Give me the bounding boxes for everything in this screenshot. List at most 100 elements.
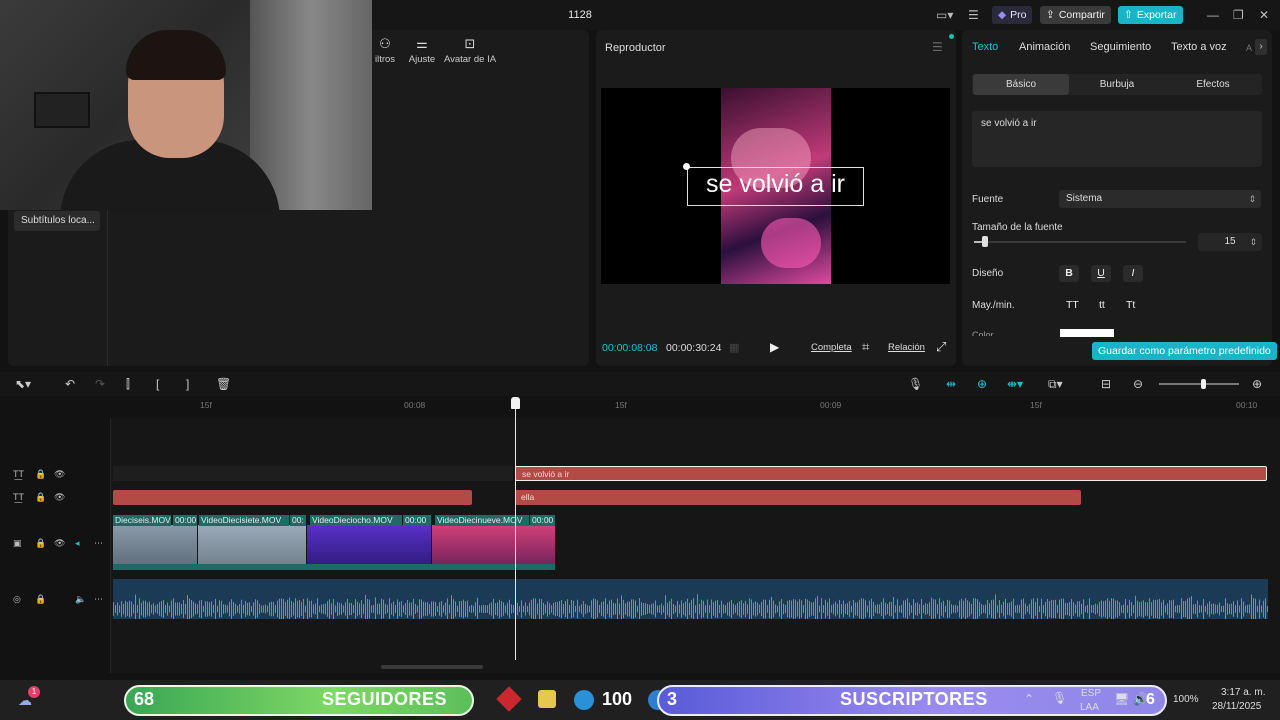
fullscreen-icon[interactable]: ⤢: [936, 339, 946, 355]
menu-icon[interactable]: ☰: [968, 8, 979, 22]
waveform-bar: [217, 605, 218, 613]
microphone-icon[interactable]: 🎙: [1052, 691, 1067, 705]
delete-icon[interactable]: 🗑: [216, 377, 231, 391]
waveform-bar: [563, 604, 564, 614]
eye-icon[interactable]: 👁: [54, 538, 65, 549]
text-content-field[interactable]: se volvió a ir: [972, 111, 1262, 167]
text-clip[interactable]: [113, 490, 472, 505]
select-cursor-icon[interactable]: ⬉▾: [15, 377, 31, 391]
close-icon[interactable]: ✕: [1259, 8, 1269, 22]
eye-icon[interactable]: 👁: [54, 492, 65, 503]
audio-clip[interactable]: [113, 579, 1268, 619]
microphone-icon[interactable]: 🎙: [908, 377, 923, 391]
lock-icon[interactable]: 🔒: [35, 469, 46, 480]
preview-icon[interactable]: ⊟: [1101, 377, 1111, 391]
store-icon[interactable]: [538, 690, 556, 708]
scan-icon[interactable]: ⌗: [862, 339, 869, 355]
italic-button[interactable]: I: [1123, 265, 1143, 282]
zoom-slider-thumb[interactable]: [1201, 379, 1206, 389]
font-size-slider-thumb[interactable]: [982, 236, 989, 247]
minimize-icon[interactable]: —: [1207, 8, 1219, 22]
restore-icon[interactable]: ❐: [1233, 8, 1244, 22]
keyboard-layout[interactable]: LAA: [1080, 702, 1099, 713]
play-button[interactable]: ▶: [770, 340, 779, 354]
stepper-icon[interactable]: ⇕: [1249, 233, 1257, 251]
share-button[interactable]: ⇪ Compartir: [1040, 6, 1111, 24]
preview-axis-icon[interactable]: ⇼▾: [1007, 377, 1023, 391]
language-indicator[interactable]: ESP: [1081, 688, 1101, 699]
link-clips-icon[interactable]: ⇹: [946, 377, 956, 391]
waveform-bar: [1221, 605, 1222, 613]
bold-button[interactable]: B: [1059, 265, 1079, 282]
undo-icon[interactable]: ↶: [65, 377, 75, 391]
lock-icon[interactable]: 🔒: [35, 492, 46, 503]
tab-adjust[interactable]: ⚌ Ajuste: [399, 36, 445, 65]
volume-icon[interactable]: 🔈: [75, 594, 86, 605]
tab-text-to-speech[interactable]: Texto a voz: [1171, 41, 1227, 53]
player-menu-icon[interactable]: ☰: [932, 40, 943, 54]
save-preset-button[interactable]: Guardar como parámetro predefinido: [1092, 342, 1277, 360]
split-icon[interactable]: ⫿: [126, 377, 130, 392]
rotate-handle[interactable]: [683, 163, 690, 170]
display-icon[interactable]: 🖥: [1114, 692, 1129, 706]
chevron-up-icon[interactable]: ⌃: [1024, 692, 1034, 706]
zoom-in-icon[interactable]: ⊕: [1252, 377, 1262, 391]
redo-icon[interactable]: ↷: [95, 377, 105, 391]
playhead[interactable]: [515, 404, 516, 660]
audio-toggle-icon[interactable]: ◂: [75, 538, 80, 549]
waveform-bar: [295, 598, 296, 619]
export-button[interactable]: ⇧ Exportar: [1118, 6, 1183, 24]
battery-percent[interactable]: 100%: [1173, 694, 1199, 705]
timeline-scrollbar[interactable]: [381, 665, 483, 669]
tab-text[interactable]: Texto: [972, 41, 998, 53]
trim-right-icon[interactable]: ]: [186, 377, 189, 391]
tab-ai-avatar[interactable]: ⊡ Avatar de IA: [442, 36, 498, 65]
font-size-slider[interactable]: [974, 241, 1186, 243]
snap-icon[interactable]: ⊕: [977, 377, 987, 391]
titlecase-button[interactable]: Tt: [1126, 299, 1135, 311]
pro-button[interactable]: ◆ Pro: [992, 6, 1033, 24]
waveform-bar: [757, 602, 758, 616]
waveform-bar: [941, 602, 942, 616]
subtitle-category-item[interactable]: Subtítulos loca...: [14, 211, 100, 231]
subtab-bubble[interactable]: Burbuja: [1069, 74, 1165, 95]
full-quality-button[interactable]: Completa: [811, 342, 852, 353]
waveform-bar: [745, 600, 746, 618]
subtab-effects[interactable]: Efectos: [1165, 74, 1261, 95]
subtab-basic[interactable]: Básico: [973, 74, 1069, 95]
uppercase-button[interactable]: TT: [1066, 299, 1079, 311]
waveform-bar: [421, 599, 422, 619]
tab-more[interactable]: A: [1246, 43, 1252, 53]
layout-icon[interactable]: ▭▾: [936, 8, 953, 22]
lock-icon[interactable]: 🔒: [35, 594, 46, 605]
font-size-input[interactable]: 15 ⇕: [1198, 233, 1262, 251]
lock-icon[interactable]: 🔒: [35, 538, 46, 549]
zoom-out-icon[interactable]: ⊖: [1133, 377, 1143, 391]
waveform-bar: [1159, 598, 1160, 619]
playhead-handle[interactable]: [511, 397, 520, 409]
audio-split-icon[interactable]: ⧉▾: [1048, 377, 1063, 392]
clock-date[interactable]: 28/11/2025: [1212, 701, 1261, 712]
lowercase-button[interactable]: tt: [1099, 299, 1105, 311]
zoom-slider[interactable]: [1159, 383, 1239, 385]
text-clip-selected[interactable]: se volvió a ir: [515, 466, 1267, 481]
waveform-bar: [1007, 603, 1008, 615]
waveform-bar: [1053, 600, 1054, 618]
waveform-bar: [755, 601, 756, 617]
color-swatch[interactable]: [1060, 329, 1114, 337]
browser-icon[interactable]: [574, 690, 594, 710]
ratio-button[interactable]: Relación: [888, 342, 925, 353]
eye-icon[interactable]: 👁: [54, 469, 65, 480]
waveform-bar: [599, 604, 600, 614]
font-select[interactable]: Sistema ⇕: [1059, 190, 1261, 208]
clock-time[interactable]: 3:17 a. m.: [1221, 687, 1265, 698]
chevron-right-icon[interactable]: ›: [1255, 39, 1267, 55]
more-icon[interactable]: ⋯: [94, 594, 103, 605]
tab-animation[interactable]: Animación: [1019, 41, 1070, 53]
trim-left-icon[interactable]: [: [156, 377, 159, 391]
grid-icon[interactable]: ▦: [729, 341, 739, 354]
text-clip[interactable]: ella: [515, 490, 1081, 505]
underline-button[interactable]: U: [1091, 265, 1111, 282]
more-icon[interactable]: ⋯: [94, 538, 103, 549]
tab-tracking[interactable]: Seguimiento: [1090, 41, 1151, 53]
